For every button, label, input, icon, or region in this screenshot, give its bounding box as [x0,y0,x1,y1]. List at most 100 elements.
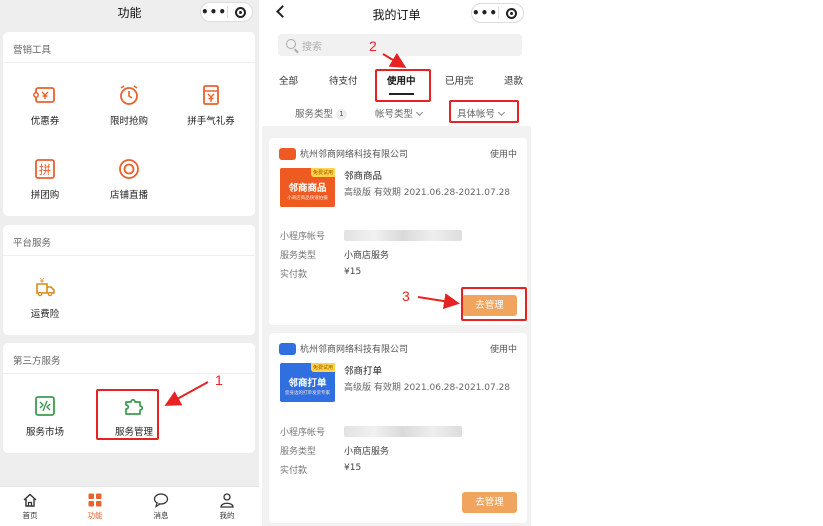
tab-used-up[interactable]: 已用完 [445,73,474,87]
tool-label: 运费险 [30,309,60,320]
row-value: ¥15 [344,267,362,277]
nav-bar: 功能 ••• [0,0,259,26]
more-button[interactable]: ••• [472,7,498,19]
step-number-2: 2 [369,38,377,54]
close-target-button[interactable] [228,6,252,18]
miniapp-account-row: 小程序帐号 [280,229,462,242]
product-logo-text: 邻商商品 [288,183,327,194]
section-title: 平台服务 [13,238,52,249]
tool-service-market[interactable]: 服务市场 [15,394,75,438]
manage-button[interactable]: 去管理 [462,492,517,513]
miniapp-capsule: ••• [471,3,524,23]
row-label: 实付款 [280,466,308,476]
group-buy-icon: 拼 [35,159,55,179]
tool-label: 拼团购 [30,190,60,201]
filter-label: 帐号类型 [375,109,414,120]
row-label: 小程序帐号 [280,428,326,438]
tool-label: 优惠券 [30,116,60,127]
miniapp-capsule: ••• [200,2,253,22]
tab-label: 功能 [87,511,103,520]
company-name: 杭州邻商网络科技有限公司 [300,345,409,355]
highlight-manage-button [461,287,527,321]
red-packet-icon [203,85,219,105]
paid-row: 实付款 ¥15 [280,267,361,280]
message-icon [153,493,169,508]
target-icon [234,6,246,18]
blurred-account [344,230,462,241]
search-input[interactable]: 搜索 [278,34,522,56]
row-label: 小程序帐号 [280,232,326,242]
row-value: 小商店服务 [344,251,390,261]
filter-count-badge: 1 [336,109,348,120]
tool-coupon[interactable]: 优惠券 [15,83,75,127]
trial-tag: 免费试用 [310,168,335,177]
miniapp-account-row: 小程序帐号 [280,425,462,438]
tab-pending-payment[interactable]: 待支付 [329,73,358,87]
coupon-icon [33,87,55,103]
tool-live[interactable]: 店铺直播 [99,157,159,201]
tab-home[interactable]: 首页 [10,492,50,521]
filter-label: 服务类型 [295,109,334,120]
filter-account-type[interactable]: 帐号类型 [375,106,424,120]
service-type-row: 服务类型 小商店服务 [280,444,389,457]
tool-label: 拼手气礼券 [187,116,235,127]
svg-text:拼: 拼 [39,163,51,177]
product-name: 邻商商品 [344,171,383,182]
close-target-button[interactable] [499,7,523,19]
step-number-3: 3 [402,288,410,304]
tool-label: 店铺直播 [109,190,148,201]
highlight-in-use-tab [375,69,431,102]
service-market-icon [35,396,55,416]
row-label: 服务类型 [280,251,317,261]
highlight-service-management [96,389,159,440]
row-label: 服务类型 [280,447,317,457]
screenshot-root: 功能 ••• 营销工具 优惠券 限时抢购 拼手气礼券 拼 拼团购 店铺直播 平台… [0,0,823,526]
alarm-clock-icon [120,85,138,105]
trial-tag: 免费试用 [310,363,335,372]
tab-refund[interactable]: 退款 [504,73,523,87]
service-type-row: 服务类型 小商店服务 [280,248,389,261]
tab-mine[interactable]: 我的 [207,492,247,521]
blurred-account [344,426,462,437]
tab-label: 消息 [153,511,169,520]
svg-text:¥: ¥ [40,277,45,285]
tab-messages[interactable]: 消息 [141,492,181,521]
product-logo-subtitle: 您身边的打单发货专家 [285,391,330,396]
tool-flash-sale[interactable]: 限时抢购 [99,83,159,127]
tool-lucky-coupon[interactable]: 拼手气礼券 [181,83,241,127]
row-value: 小商店服务 [344,447,390,457]
product-logo-subtitle: 小商店商品快速拍摄 [287,196,328,201]
paid-row: 实付款 ¥15 [280,463,361,476]
company-logo-icon [279,148,296,160]
product-logo: 免费试用 邻商商品 小商店商品快速拍摄 [280,168,335,207]
tab-functions[interactable]: 功能 [75,492,115,521]
product-name: 邻商打单 [344,366,383,377]
row-label: 实付款 [280,270,308,280]
marketing-tools-section: 营销工具 优惠券 限时抢购 拼手气礼券 拼 拼团购 店铺直播 [3,32,255,216]
home-icon [23,493,37,507]
order-status: 使用中 [489,150,517,160]
tab-label: 首页 [22,511,38,520]
order-card: 杭州邻商网络科技有限公司 使用中 免费试用 邻商打单 您身边的打单发货专家 邻商… [269,333,527,523]
live-icon [119,159,139,179]
grid-icon [88,493,102,507]
product-logo: 免费试用 邻商打单 您身边的打单发货专家 [280,363,335,402]
platform-services-section: 平台服务 ¥ 运费险 [3,225,255,335]
tool-freight-insurance[interactable]: ¥ 运费险 [15,276,75,320]
order-status: 使用中 [489,345,517,355]
step-number-1: 1 [215,372,223,388]
company-name: 杭州邻商网络科技有限公司 [300,150,409,160]
function-page: 功能 ••• 营销工具 优惠券 限时抢购 拼手气礼券 拼 拼团购 店铺直播 平台… [0,0,259,526]
user-icon [220,493,234,508]
product-version: 高级版 有效期 2021.06.28-2021.07.28 [344,188,511,198]
tab-all[interactable]: 全部 [279,73,298,87]
filter-service-type[interactable]: 服务类型 1 [295,106,348,120]
freight-insurance-icon: ¥ [36,277,55,297]
more-button[interactable]: ••• [201,6,227,18]
company-logo-icon [279,343,296,355]
tool-label: 限时抢购 [109,116,148,127]
chevron-down-icon [415,108,424,117]
tool-group-buy[interactable]: 拼 拼团购 [15,157,75,201]
section-title: 第三方服务 [13,356,61,367]
bottom-tab-bar: 首页 功能 消息 我的 [0,486,259,526]
